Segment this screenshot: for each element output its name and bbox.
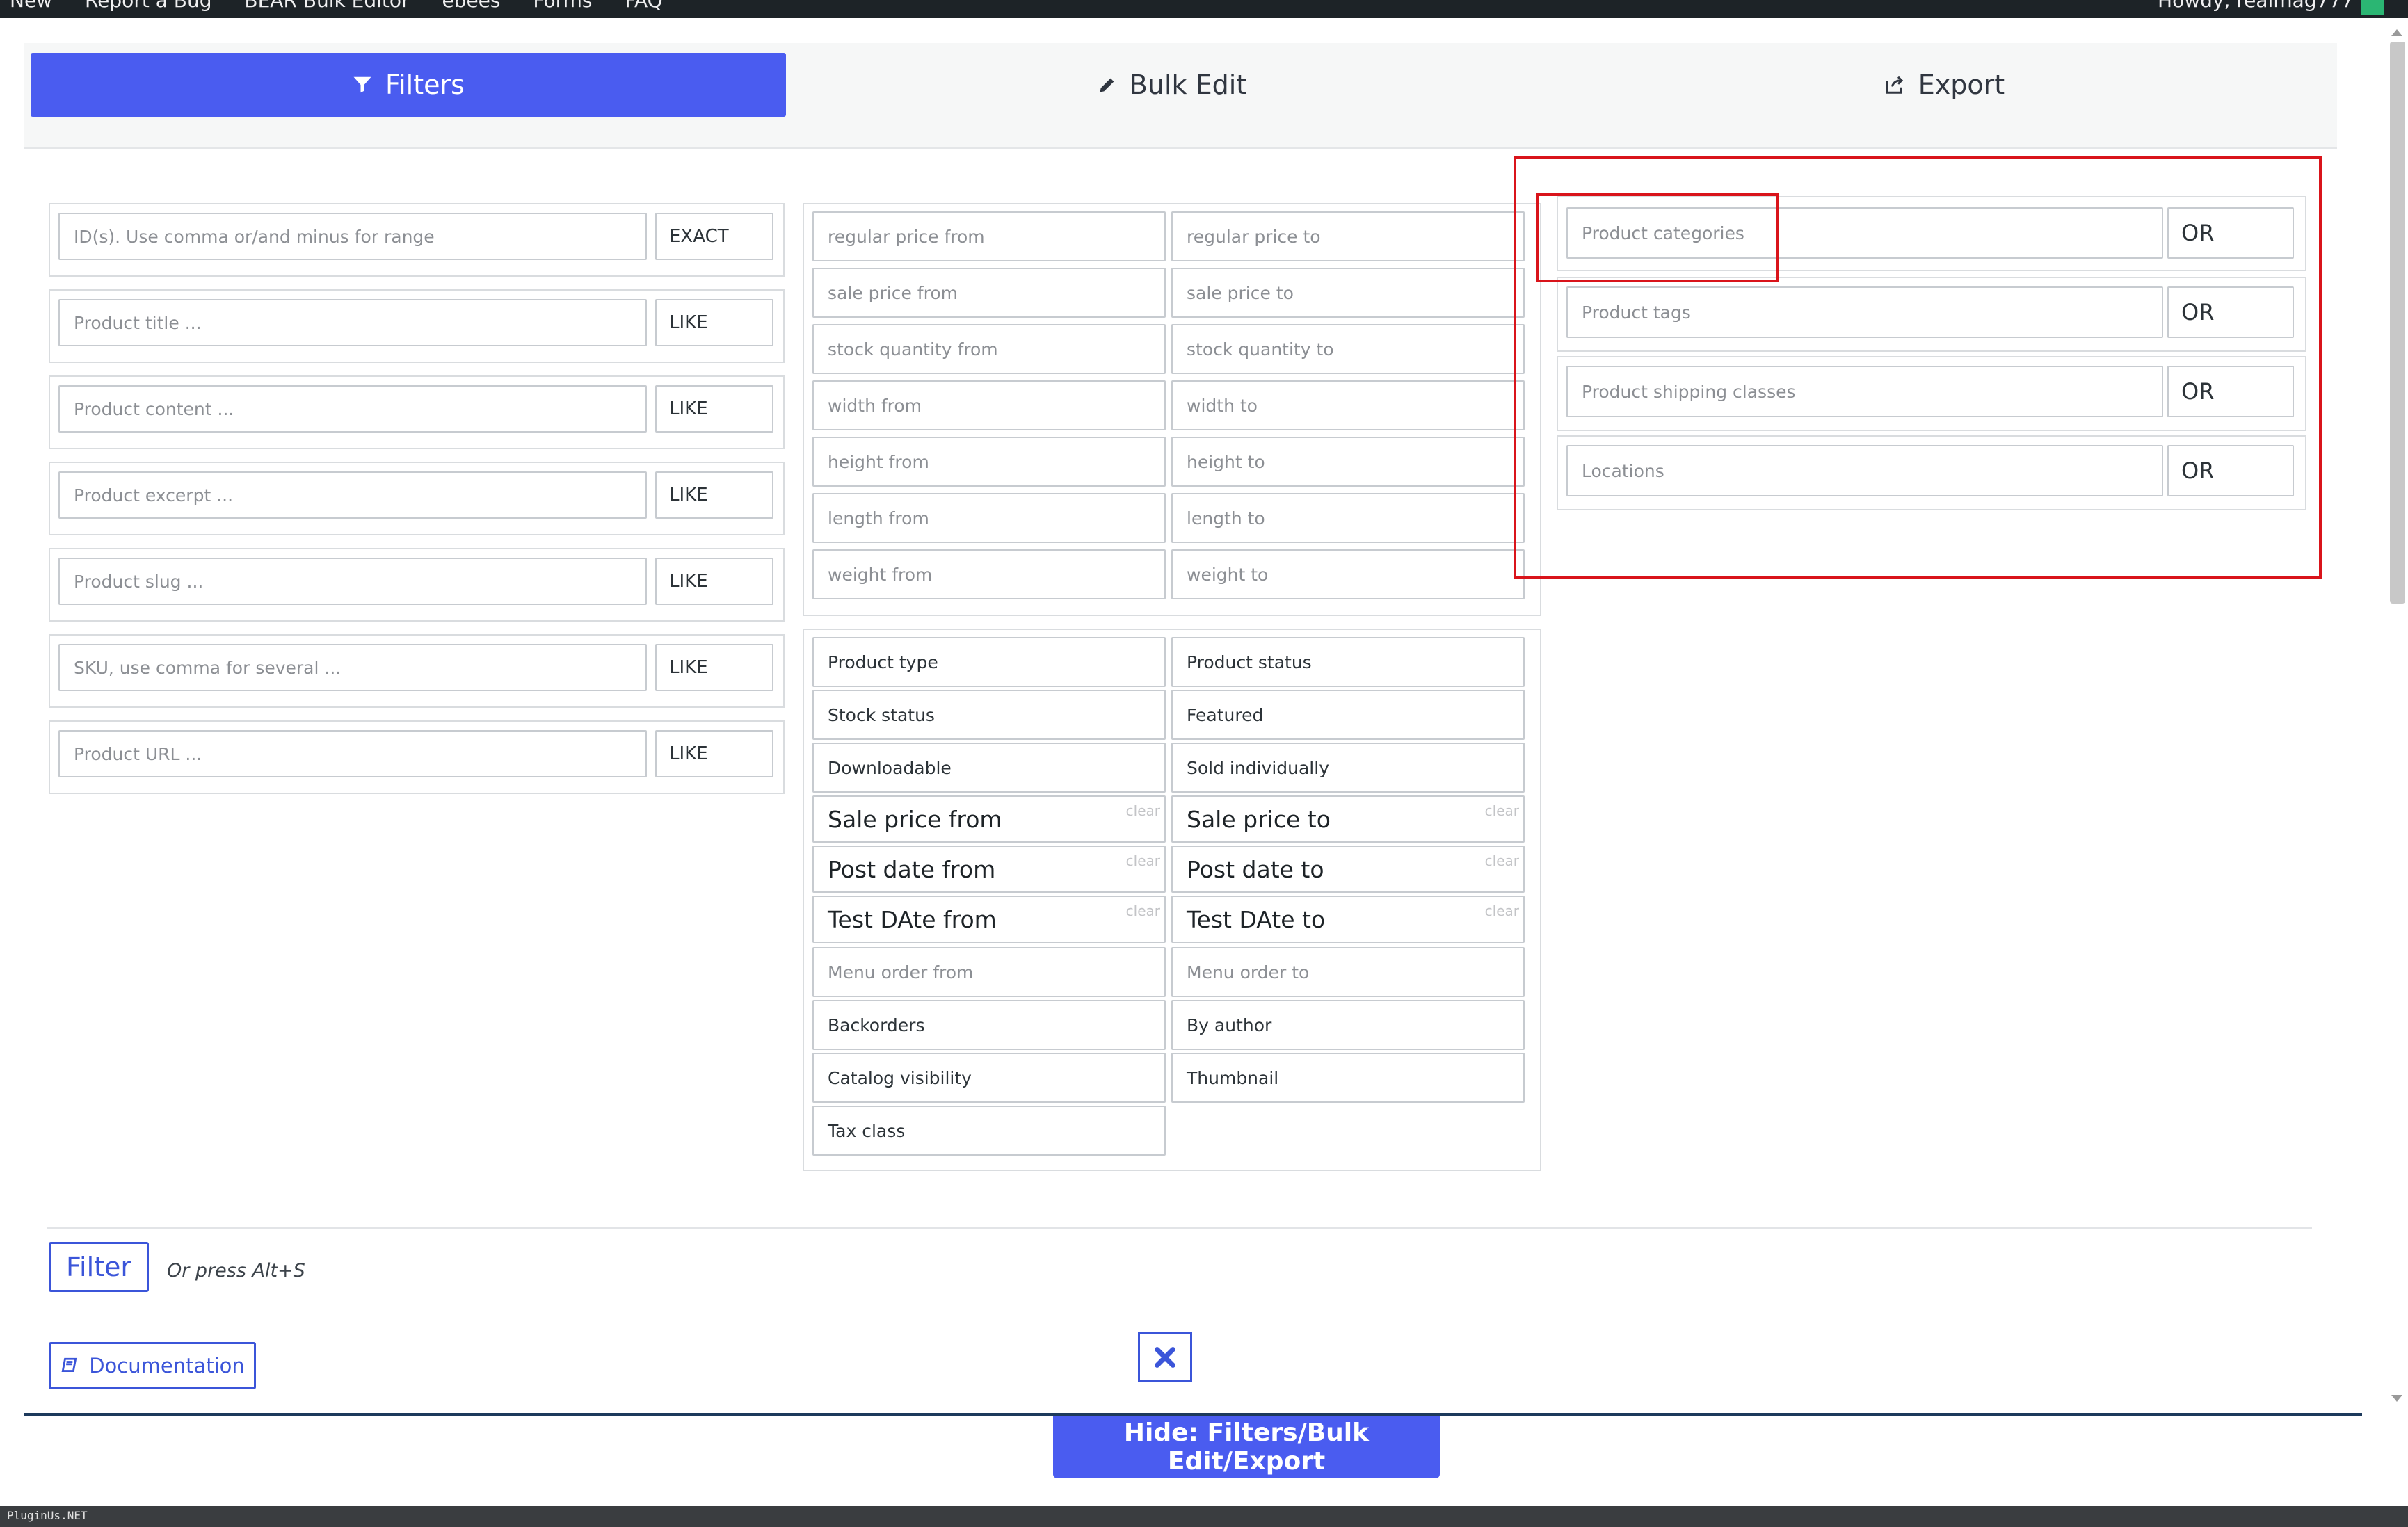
keyboard-hint: Or press Alt+S (167, 1260, 305, 1282)
adminbar-item-forms[interactable]: Forms (533, 0, 592, 12)
product-excerpt-input[interactable]: Product excerpt ... (58, 471, 647, 519)
sale-price-date-to-input[interactable]: Sale price to clear (1171, 795, 1525, 843)
sale-price-from-input[interactable]: sale price from (812, 268, 1166, 318)
filter-button[interactable]: Filter (49, 1242, 149, 1292)
menu-order-to-input[interactable]: Menu order to (1171, 947, 1525, 997)
highlight-product-categories (1536, 193, 1779, 282)
product-url-input[interactable]: Product URL ... (58, 730, 647, 777)
length-from-input[interactable]: length from (812, 493, 1166, 543)
tab-filters-label: Filters (385, 70, 465, 100)
weight-to-input[interactable]: weight to (1171, 549, 1525, 599)
tax-class-select[interactable]: Tax class (812, 1106, 1166, 1156)
post-date-to-label: Post date to (1187, 855, 1324, 883)
clear-link[interactable]: clear (1126, 802, 1160, 819)
adminbar-item-bear[interactable]: BEAR Bulk Editor (244, 0, 409, 12)
sale-price-date-from-label: Sale price from (828, 805, 1002, 833)
product-title-input[interactable]: Product title ... (58, 299, 647, 346)
adminbar-item-ebees[interactable]: ebees (442, 0, 500, 12)
product-slug-operator-button[interactable]: LIKE (655, 558, 773, 605)
tab-export[interactable]: Export (1558, 53, 2330, 117)
catalog-visibility-select[interactable]: Catalog visibility (812, 1053, 1166, 1103)
stock-status-select[interactable]: Stock status (812, 690, 1166, 740)
downloadable-select[interactable]: Downloadable (812, 743, 1166, 793)
test-date-from-label: Test DAte from (828, 905, 997, 933)
product-excerpt-operator-button[interactable]: LIKE (655, 471, 773, 519)
product-content-operator-button[interactable]: LIKE (655, 385, 773, 433)
documentation-button[interactable]: Documentation (49, 1342, 256, 1389)
close-panel-button[interactable] (1138, 1332, 1192, 1382)
sale-price-date-from-input[interactable]: Sale price from clear (812, 795, 1166, 843)
thumbnail-select[interactable]: Thumbnail (1171, 1053, 1525, 1103)
scroll-down-arrow-icon[interactable] (2390, 1393, 2404, 1405)
featured-select[interactable]: Featured (1171, 690, 1525, 740)
product-status-select[interactable]: Product status (1171, 637, 1525, 687)
product-type-select[interactable]: Product type (812, 637, 1166, 687)
width-to-input[interactable]: width to (1171, 380, 1525, 430)
post-date-from-input[interactable]: Post date from clear (812, 846, 1166, 893)
footer-text: PluginUs.NET (7, 1509, 88, 1522)
avatar[interactable] (2361, 0, 2384, 15)
post-date-to-input[interactable]: Post date to clear (1171, 846, 1525, 893)
clear-link[interactable]: clear (1485, 853, 1519, 869)
height-from-input[interactable]: height from (812, 437, 1166, 487)
export-icon (1886, 76, 1903, 94)
height-to-input[interactable]: height to (1171, 437, 1525, 487)
filter-icon (353, 76, 371, 93)
weight-from-input[interactable]: weight from (812, 549, 1166, 599)
pencil-icon (1100, 78, 1114, 92)
test-date-from-input[interactable]: Test DAte from clear (812, 896, 1166, 943)
tab-export-label: Export (1918, 70, 2005, 100)
status-bar: PluginUs.NET (0, 1506, 2408, 1527)
tab-bulk-edit[interactable]: Bulk Edit (786, 53, 1558, 117)
tab-filters[interactable]: Filters (31, 53, 786, 117)
clear-link[interactable]: clear (1126, 903, 1160, 919)
regular-price-from-input[interactable]: regular price from (812, 211, 1166, 261)
tab-bulk-edit-label: Bulk Edit (1129, 70, 1247, 100)
ids-input[interactable]: ID(s). Use comma or/and minus for range (58, 213, 647, 260)
regular-price-to-input[interactable]: regular price to (1171, 211, 1525, 261)
product-title-operator-button[interactable]: LIKE (655, 299, 773, 346)
documentation-label: Documentation (89, 1354, 245, 1377)
adminbar-item-report-bug[interactable]: Report a Bug (85, 0, 212, 12)
sale-price-date-to-label: Sale price to (1187, 805, 1331, 833)
ids-operator-button[interactable]: EXACT (655, 213, 773, 260)
stock-quantity-from-input[interactable]: stock quantity from (812, 324, 1166, 374)
width-from-input[interactable]: width from (812, 380, 1166, 430)
product-url-operator-button[interactable]: LIKE (655, 730, 773, 777)
adminbar-item-faq[interactable]: FAQ (625, 0, 662, 12)
divider (47, 1227, 2312, 1229)
backorders-select[interactable]: Backorders (812, 1000, 1166, 1050)
clear-link[interactable]: clear (1485, 903, 1519, 919)
sku-input[interactable]: SKU, use comma for several ... (58, 644, 647, 691)
post-date-from-label: Post date from (828, 855, 996, 883)
scroll-up-arrow-icon[interactable] (2390, 26, 2404, 38)
sold-individually-select[interactable]: Sold individually (1171, 743, 1525, 793)
book-icon (61, 1357, 77, 1372)
scrollbar-thumb[interactable] (2390, 42, 2405, 604)
length-to-input[interactable]: length to (1171, 493, 1525, 543)
product-slug-input[interactable]: Product slug ... (58, 558, 647, 605)
adminbar-greeting[interactable]: Howdy, realmag777 (2158, 0, 2354, 12)
tab-bar: Filters Bulk Edit Export (24, 43, 2337, 149)
clear-link[interactable]: clear (1126, 853, 1160, 869)
hide-panels-button[interactable]: Hide: Filters/Bulk Edit/Export (1053, 1416, 1440, 1478)
sale-price-to-input[interactable]: sale price to (1171, 268, 1525, 318)
test-date-to-label: Test DAte to (1187, 905, 1326, 933)
close-icon (1155, 1347, 1175, 1368)
test-date-to-input[interactable]: Test DAte to clear (1171, 896, 1525, 943)
stock-quantity-to-input[interactable]: stock quantity to (1171, 324, 1525, 374)
admin-bar: New Report a Bug BEAR Bulk Editor ebees … (0, 0, 2408, 18)
clear-link[interactable]: clear (1485, 802, 1519, 819)
by-author-select[interactable]: By author (1171, 1000, 1525, 1050)
product-content-input[interactable]: Product content ... (58, 385, 647, 433)
sku-operator-button[interactable]: LIKE (655, 644, 773, 691)
adminbar-item-new[interactable]: New (10, 0, 52, 12)
menu-order-from-input[interactable]: Menu order from (812, 947, 1166, 997)
